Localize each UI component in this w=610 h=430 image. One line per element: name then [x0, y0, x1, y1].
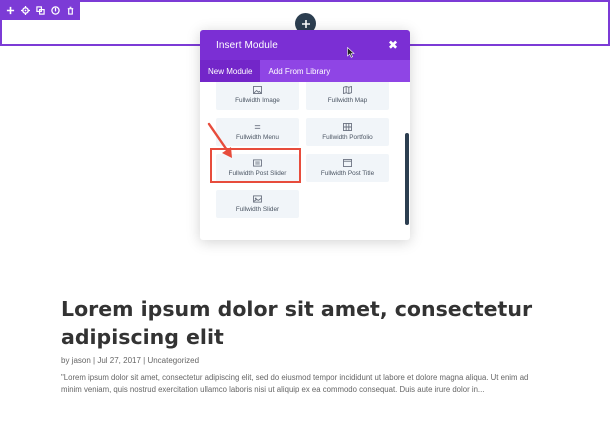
slider-icon [253, 195, 262, 203]
map-icon [343, 86, 352, 94]
section-toolbar [0, 0, 80, 20]
tab-add-from-library[interactable]: Add From Library [260, 60, 338, 82]
module-fullwidth-portfolio[interactable]: Fullwidth Portfolio [306, 118, 389, 146]
module-fullwidth-slider[interactable]: Fullwidth Slider [216, 190, 299, 218]
category-link[interactable]: Uncategorized [147, 356, 199, 365]
portfolio-grid-icon [343, 123, 352, 131]
post-slider-icon [253, 159, 262, 167]
module-fullwidth-post-title[interactable]: Fullwidth Post Title [306, 154, 389, 182]
post-date: Jul 27, 2017 [97, 356, 141, 365]
post-meta: by jason | Jul 27, 2017 | Uncategorized [61, 356, 199, 365]
module-fullwidth-menu[interactable]: Fullwidth Menu [216, 118, 299, 146]
module-label: Fullwidth Slider [235, 206, 280, 213]
add-icon[interactable] [3, 0, 18, 20]
post-excerpt: "Lorem ipsum dolor sit amet, consectetur… [61, 373, 529, 394]
module-list: Fullwidth Image Fullwidth Map Fullwidth … [200, 82, 410, 240]
post-title[interactable]: Lorem ipsum dolor sit amet, consectetur … [61, 295, 581, 351]
modal-header: Insert Module ✖ [200, 30, 410, 60]
modal-title: Insert Module [216, 39, 278, 51]
modal-tabs: New Module Add From Library [200, 60, 410, 82]
module-fullwidth-map[interactable]: Fullwidth Map [306, 82, 389, 110]
modal-scrollbar[interactable] [405, 133, 409, 225]
image-icon [253, 86, 262, 94]
module-label: Fullwidth Post Title [320, 170, 375, 177]
mouse-cursor-icon [347, 47, 355, 58]
author-link[interactable]: jason [72, 356, 91, 365]
module-fullwidth-image[interactable]: Fullwidth Image [216, 82, 299, 110]
module-label: Fullwidth Menu [236, 134, 279, 141]
save-icon[interactable] [48, 0, 63, 20]
module-label: Fullwidth Post Slider [228, 170, 287, 177]
trash-icon[interactable] [63, 0, 78, 20]
insert-module-modal: Insert Module ✖ New Module Add From Libr… [200, 30, 410, 240]
tab-new-module[interactable]: New Module [200, 60, 261, 82]
module-label: Fullwidth Image [235, 97, 280, 104]
menu-icon [253, 123, 262, 131]
plus-icon [301, 19, 310, 28]
meta-by: by [61, 356, 72, 365]
post-title-icon [343, 159, 352, 167]
module-fullwidth-post-slider[interactable]: Fullwidth Post Slider [216, 154, 299, 182]
duplicate-icon[interactable] [33, 0, 48, 20]
module-label: Fullwidth Portfolio [322, 134, 373, 141]
module-label: Fullwidth Map [327, 97, 368, 104]
close-icon[interactable]: ✖ [388, 38, 398, 52]
settings-gear-icon[interactable] [18, 0, 33, 20]
